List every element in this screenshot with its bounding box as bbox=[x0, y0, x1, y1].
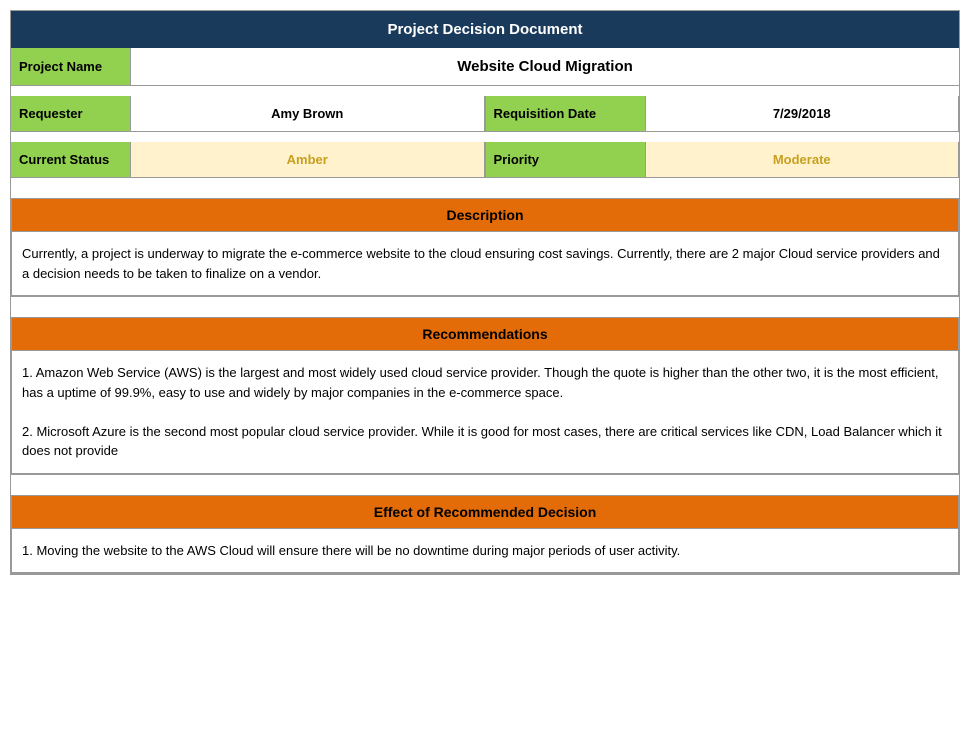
document-title: Project Decision Document bbox=[387, 21, 582, 38]
priority-col: Priority Moderate bbox=[486, 142, 960, 177]
requester-col: Requester Amy Brown bbox=[11, 96, 486, 131]
priority-value: Moderate bbox=[646, 142, 960, 177]
current-status-label: Current Status bbox=[11, 142, 131, 177]
requisition-date-value: 7/29/2018 bbox=[646, 96, 960, 131]
requisition-date-col: Requisition Date 7/29/2018 bbox=[486, 96, 960, 131]
document-header: Project Decision Document bbox=[11, 11, 959, 48]
recommendations-text-2: 2. Microsoft Azure is the second most po… bbox=[22, 424, 942, 459]
recommendations-content: 1. Amazon Web Service (AWS) is the large… bbox=[12, 351, 958, 474]
description-section: Description Currently, a project is unde… bbox=[11, 198, 959, 297]
requester-row: Requester Amy Brown Requisition Date 7/2… bbox=[11, 96, 959, 132]
project-name-value: Website Cloud Migration bbox=[131, 48, 959, 85]
recommendations-header: Recommendations bbox=[12, 318, 958, 351]
recommendations-section: Recommendations 1. Amazon Web Service (A… bbox=[11, 317, 959, 475]
description-header: Description bbox=[12, 199, 958, 232]
spacer-2 bbox=[11, 132, 959, 142]
priority-label: Priority bbox=[486, 142, 646, 177]
spacer-4 bbox=[11, 297, 959, 307]
current-status-value: Amber bbox=[131, 142, 485, 177]
effect-section: Effect of Recommended Decision 1. Moving… bbox=[11, 495, 959, 575]
recommendations-text-1: 1. Amazon Web Service (AWS) is the large… bbox=[22, 365, 939, 400]
effect-content: 1. Moving the website to the AWS Cloud w… bbox=[12, 529, 958, 574]
requester-value: Amy Brown bbox=[131, 96, 485, 131]
spacer-5 bbox=[11, 475, 959, 485]
current-status-col: Current Status Amber bbox=[11, 142, 486, 177]
description-content: Currently, a project is underway to migr… bbox=[12, 232, 958, 296]
document-container: Project Decision Document Project Name W… bbox=[10, 10, 960, 575]
project-name-row: Project Name Website Cloud Migration bbox=[11, 48, 959, 86]
spacer-3 bbox=[11, 178, 959, 188]
requisition-date-label: Requisition Date bbox=[486, 96, 646, 131]
status-priority-row: Current Status Amber Priority Moderate bbox=[11, 142, 959, 178]
requester-label: Requester bbox=[11, 96, 131, 131]
spacer-1 bbox=[11, 86, 959, 96]
effect-header: Effect of Recommended Decision bbox=[12, 496, 958, 529]
project-name-label: Project Name bbox=[11, 48, 131, 85]
